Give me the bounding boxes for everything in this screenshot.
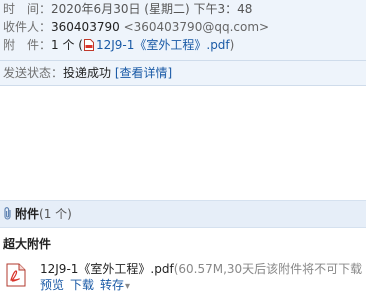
- caret-down-icon[interactable]: ▾: [125, 281, 130, 292]
- attachment-link[interactable]: 12J9-1《室外工程》.pdf: [96, 38, 230, 52]
- recipient-email: <360403790@qq.com>: [123, 20, 270, 34]
- attachment-label: 附 件：: [3, 38, 52, 52]
- forward-link[interactable]: 转存: [100, 278, 124, 292]
- time-label: 时 间：: [3, 2, 52, 16]
- download-link[interactable]: 下载: [70, 278, 94, 292]
- time-value: 2020年6月30日 (星期二) 下午3：48: [51, 2, 253, 16]
- status-divider: [0, 85, 366, 86]
- delivery-status-bar: 发送状态：投递成功 [查看详情]: [0, 61, 366, 85]
- file-pdf-icon[interactable]: [6, 263, 26, 287]
- attachment-file-line: 12J9-1《室外工程》.pdf(60.57M,30天后该附件将不可下载: [40, 261, 362, 277]
- status-value: 投递成功: [63, 66, 112, 80]
- attachments-count: (1 个): [39, 207, 72, 221]
- recipient-name[interactable]: 360403790: [51, 20, 120, 34]
- view-details-link[interactable]: [查看详情]: [115, 66, 172, 80]
- mail-header: 时 间：2020年6月30日 (星期二) 下午3：48 收件人：36040379…: [0, 0, 366, 60]
- attachment-row: 附 件：1 个 ( 12J9-1《室外工程》.pdf): [3, 37, 234, 53]
- attachment-file-meta: (60.57M,30天后该附件将不可下载: [173, 262, 363, 276]
- time-row: 时 间：2020年6月30日 (星期二) 下午3：48: [3, 1, 252, 17]
- paperclip-icon: [3, 207, 13, 220]
- attachment-count: 1 个 (: [51, 38, 83, 52]
- pdf-icon: [83, 39, 94, 51]
- attachment-actions: 预览 下载 转存▾: [40, 277, 130, 295]
- attachment-close-paren: ): [229, 38, 235, 52]
- preview-link[interactable]: 预览: [40, 278, 64, 292]
- large-attachments-title: 超大附件: [3, 237, 52, 251]
- attachments-title: 附件: [15, 207, 40, 221]
- recipient-label: 收件人：: [3, 20, 52, 34]
- attachments-section-bar[interactable]: 附件(1 个): [0, 200, 366, 228]
- attachment-file-name[interactable]: 12J9-1《室外工程》.pdf: [40, 262, 174, 276]
- status-label: 发送状态：: [3, 66, 64, 80]
- recipient-row: 收件人：360403790 <360403790@qq.com>: [3, 19, 269, 35]
